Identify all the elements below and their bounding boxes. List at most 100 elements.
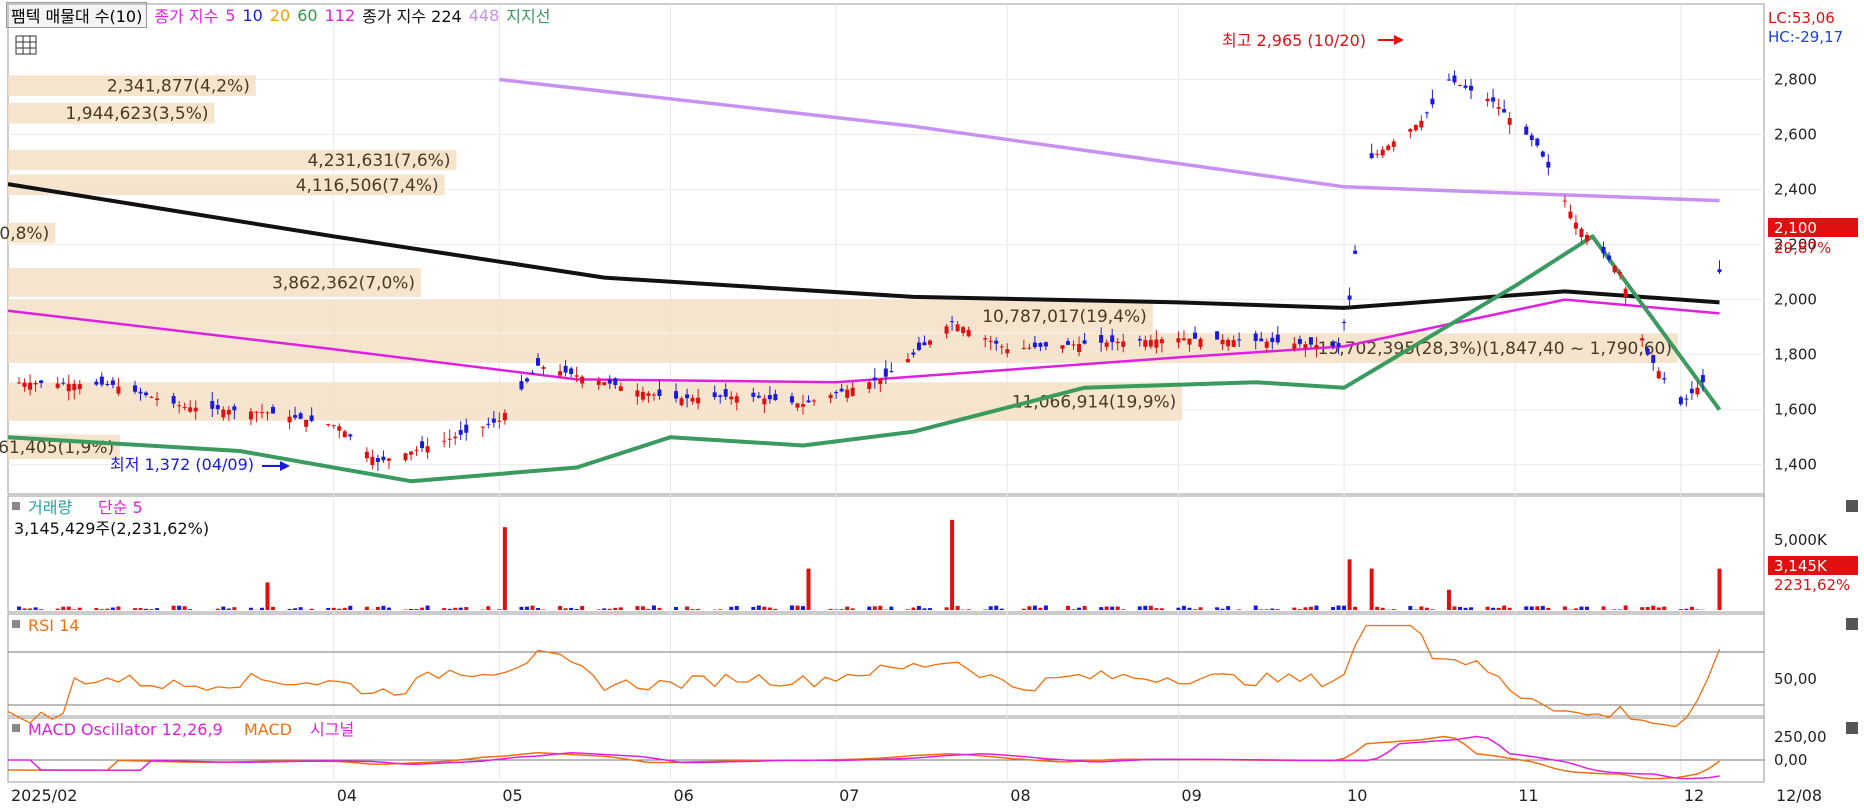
volume-bar (762, 606, 767, 610)
volume-bar (265, 582, 270, 610)
volume-bar (1375, 606, 1380, 610)
volume-bar (342, 607, 347, 610)
candle-body (265, 412, 270, 414)
lc-indicator: LC:53,06 (1768, 9, 1835, 27)
table-icon[interactable] (15, 35, 37, 55)
volume-bar (1297, 609, 1302, 610)
volume-bar (1110, 606, 1115, 610)
candle-body (834, 392, 839, 394)
candle-body (105, 384, 110, 386)
volume-bar (420, 607, 425, 610)
x-tick-label: 07 (839, 786, 859, 805)
volume-bar (497, 609, 502, 610)
candle-body (1159, 339, 1164, 344)
volume-bar (1159, 608, 1164, 610)
volume-bar (574, 608, 579, 610)
candle-body (232, 406, 237, 411)
candle-body (718, 395, 723, 397)
candle-body (1457, 85, 1462, 87)
candle-body (1568, 211, 1573, 219)
candle-body (1623, 288, 1628, 297)
volume-bar (66, 606, 71, 610)
volume-bar (1292, 607, 1297, 610)
volume-bar (872, 606, 877, 610)
candle-body (171, 396, 176, 404)
volume-bar (922, 608, 927, 610)
candle-body (524, 378, 529, 382)
candle-body (1612, 265, 1617, 273)
volume-bar (447, 608, 452, 610)
volume-bar (17, 606, 22, 610)
low-annotation: 최저 1,372 (04/09) (110, 455, 254, 474)
volume-current: 3,145,429주(2,231,62%) (14, 519, 209, 538)
candle-body (72, 383, 77, 391)
candle-body (1375, 153, 1380, 155)
volume-bar (646, 608, 651, 610)
candle-body (364, 451, 369, 459)
candle-body (519, 381, 524, 390)
volume-bar (381, 605, 386, 610)
candle-body (1043, 342, 1048, 347)
volume-bar (1099, 607, 1104, 610)
volume-bar (580, 605, 585, 610)
candle-body (773, 394, 778, 401)
volume-bar (1457, 606, 1462, 610)
y-tick-label: 2,000 (1774, 291, 1817, 309)
candle-body (1253, 333, 1258, 341)
volume-bar (55, 608, 60, 610)
candle-body (1529, 135, 1534, 141)
candle-body (563, 365, 568, 373)
candle-body (1077, 344, 1082, 353)
candle-body (1717, 269, 1722, 273)
volume-bar (502, 527, 507, 610)
candle-body (1507, 118, 1512, 125)
volume-axis-5000k: 5,000K (1774, 531, 1828, 549)
volume-bar (966, 609, 971, 610)
volume-bar (1342, 605, 1347, 610)
volume-bar (61, 606, 66, 610)
rsi-panel-close-button[interactable] (1846, 618, 1858, 630)
macd-panel-close-button[interactable] (1846, 722, 1858, 734)
x-tick-label: 05 (502, 786, 522, 805)
volume-bar (1618, 609, 1623, 610)
candle-body (712, 392, 717, 398)
candle-body (751, 392, 756, 397)
candle-body (1535, 138, 1540, 146)
candle-body (94, 381, 99, 385)
volume-bar (950, 519, 955, 610)
volume-bar (801, 606, 806, 610)
volume-bar (718, 609, 723, 610)
volume-panel-marker (12, 502, 20, 510)
candle-body (536, 358, 541, 366)
candle-body (883, 368, 888, 377)
volume-bar (1485, 606, 1490, 610)
candle-body (1187, 338, 1192, 345)
candle-body (226, 409, 231, 415)
volume-panel-close-button[interactable] (1846, 500, 1858, 512)
volume-bar (905, 609, 910, 610)
x-tick-label: 06 (674, 786, 694, 805)
candle-body (618, 386, 623, 391)
volume-bar (696, 608, 701, 610)
candle-body (110, 380, 115, 385)
volume-bar (1424, 607, 1429, 610)
candle-body (138, 391, 143, 394)
high-annotation: 최고 2,965 (10/20) (1222, 31, 1366, 50)
candle-body (1562, 200, 1567, 202)
volume-profile-label: 4,231,631(7,6%) (307, 151, 450, 171)
candle-body (1684, 398, 1689, 400)
rsi-panel-marker (12, 620, 20, 628)
volume-bar (1573, 608, 1578, 610)
candle-body (789, 396, 794, 403)
candle-body (28, 382, 33, 390)
volume-bar (414, 609, 419, 610)
volume-bar (569, 607, 574, 610)
candle-body (530, 373, 535, 375)
volume-bar (1353, 606, 1358, 610)
candle-body (569, 368, 574, 374)
candle-body (795, 403, 800, 408)
candle-body (182, 406, 187, 408)
volume-bar (226, 608, 231, 610)
candle-body (298, 413, 303, 419)
candle-body (806, 400, 811, 403)
